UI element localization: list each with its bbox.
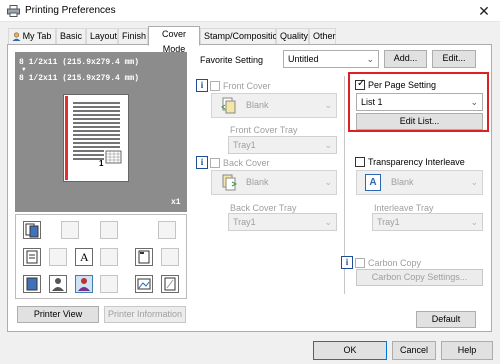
image-icon[interactable] <box>135 275 153 293</box>
info-icon: i <box>196 79 208 92</box>
edit-list-button[interactable]: Edit List... <box>356 113 483 130</box>
account-icon[interactable] <box>49 275 67 293</box>
back-cover-checkbox[interactable] <box>210 158 220 168</box>
front-cover-label: Front Cover <box>223 81 271 91</box>
carbon-copy-checkbox[interactable] <box>355 258 365 268</box>
user-authentication-icon[interactable] <box>75 275 93 293</box>
page-number: 1 <box>99 159 104 168</box>
chevron-down-icon: ⌄ <box>366 54 374 64</box>
help-button[interactable]: Help <box>441 341 493 360</box>
back-cover-select[interactable]: Blank ⌄ <box>211 170 337 195</box>
carbon-copy-settings-button[interactable]: Carbon Copy Settings... <box>356 269 483 286</box>
chevron-down-icon: ⌄ <box>324 140 332 150</box>
interleave-tray-label: Interleave Tray <box>374 203 434 213</box>
page-lines <box>65 96 122 180</box>
per-page-setting-label: Per Page Setting <box>368 80 437 90</box>
checkmark-icon: ✓ <box>357 78 366 89</box>
front-cover-tray-label: Front Cover Tray <box>230 125 298 135</box>
tab-finish[interactable]: Finish <box>118 28 148 45</box>
tab-basic[interactable]: Basic <box>56 28 86 45</box>
tab-my-tab[interactable]: My Tab <box>8 28 56 45</box>
back-cover-tray-label: Back Cover Tray <box>230 203 297 213</box>
combine-icon[interactable] <box>61 221 79 239</box>
cover-page-icon <box>221 97 236 114</box>
tab-layout[interactable]: Layout <box>86 28 118 45</box>
back-cover-label: Back Cover <box>223 158 270 168</box>
tray-icon[interactable] <box>100 248 118 266</box>
tab-stamp-composition[interactable]: Stamp/Composition <box>200 28 283 45</box>
ok-button[interactable]: OK <box>313 341 387 360</box>
chevron-down-icon: ⌄ <box>324 217 332 227</box>
chevron-down-icon: ⌄ <box>470 177 478 187</box>
close-icon[interactable]: ✕ <box>474 2 494 20</box>
rotate-icon[interactable] <box>158 221 176 239</box>
favorite-setting-select[interactable]: Untitled ⌄ <box>283 50 379 68</box>
front-cover-checkbox[interactable] <box>210 81 220 91</box>
watermark-icon[interactable] <box>161 275 179 293</box>
duplex-icon[interactable] <box>49 248 67 266</box>
per-page-setting-checkbox[interactable]: ✓ <box>355 78 366 90</box>
arrow-down-icon: ▼ <box>22 66 26 73</box>
edit-favorite-button[interactable]: Edit... <box>432 50 476 68</box>
interleave-tray-select[interactable]: Tray1 ⌄ <box>372 213 483 231</box>
function-icon-panel: A <box>15 214 187 299</box>
punch-icon[interactable] <box>161 248 179 266</box>
transparency-interleave-select[interactable]: A Blank ⌄ <box>356 170 483 195</box>
paper-size-line1: 8 1/2x11 (215.9x279.4 mm) <box>19 58 140 67</box>
front-cover-tray-select[interactable]: Tray1 ⌄ <box>228 136 337 154</box>
staple-icon[interactable] <box>135 248 153 266</box>
title-bar: Printing Preferences ✕ <box>0 0 500 22</box>
transparency-interleave-checkbox[interactable] <box>355 157 365 167</box>
chevron-down-icon: ⌄ <box>470 217 478 227</box>
document-icon[interactable] <box>23 248 41 266</box>
window-title: Printing Preferences <box>25 5 116 16</box>
info-icon: i <box>196 156 208 169</box>
printer-icon <box>7 5 20 17</box>
printer-view-button[interactable]: Printer View <box>17 306 99 323</box>
carbon-copy-label: Carbon Copy <box>368 258 422 268</box>
print-preview: 8 1/2x11 (215.9x279.4 mm) ▼ 8 1/2x11 (21… <box>15 52 187 212</box>
user-icon <box>12 32 21 41</box>
default-button[interactable]: Default <box>416 311 476 328</box>
copy-icon[interactable] <box>100 221 118 239</box>
back-cover-tray-select[interactable]: Tray1 ⌄ <box>228 213 337 231</box>
back-cover-page-icon <box>222 174 237 191</box>
tab-quality[interactable]: Quality <box>276 28 309 45</box>
preview-page: 1 <box>63 94 129 182</box>
booklet-icon[interactable] <box>23 221 41 239</box>
copies-count: x1 <box>171 198 181 207</box>
tab-other[interactable]: Other <box>309 28 336 45</box>
chevron-down-icon: ⌄ <box>470 97 478 107</box>
chevron-down-icon: ⌄ <box>324 100 332 110</box>
add-favorite-button[interactable]: Add... <box>384 50 427 68</box>
info-icon: i <box>341 256 353 269</box>
favorite-setting-label: Favorite Setting <box>200 55 264 65</box>
secure-print-icon[interactable] <box>100 275 118 293</box>
text-icon[interactable]: A <box>75 248 93 266</box>
per-page-list-select[interactable]: List 1 ⌄ <box>356 93 483 111</box>
cancel-button[interactable]: Cancel <box>392 341 436 360</box>
transparency-icon: A <box>365 174 381 191</box>
tab-cover-mode[interactable]: Cover Mode <box>148 26 200 54</box>
printer-information-button[interactable]: Printer Information <box>104 306 186 323</box>
cover-icon[interactable] <box>23 275 41 293</box>
front-cover-select[interactable]: Blank ⌄ <box>211 93 337 118</box>
transparency-interleave-label: Transparency Interleave <box>368 157 465 167</box>
chevron-down-icon: ⌄ <box>324 177 332 187</box>
paper-size-line2: 8 1/2x11 (215.9x279.4 mm) <box>19 74 140 83</box>
